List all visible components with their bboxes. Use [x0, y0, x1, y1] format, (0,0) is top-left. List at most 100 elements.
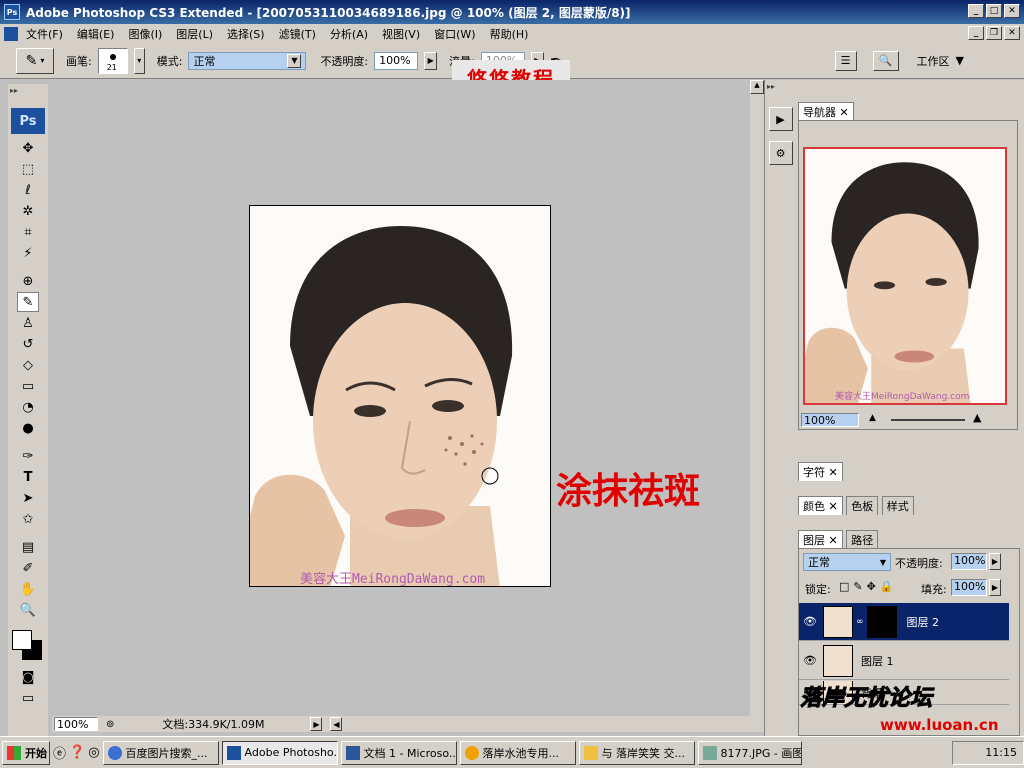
- actions-panel-icon[interactable]: ▶: [768, 107, 793, 131]
- gradient-tool-icon[interactable]: ▭: [17, 376, 39, 396]
- shape-tool-icon[interactable]: ✩: [17, 509, 39, 529]
- mode-select[interactable]: 正常 ▼: [188, 51, 307, 70]
- taskbar-item[interactable]: Adobe Photosho...: [221, 740, 338, 765]
- menu-select[interactable]: 选择(S): [227, 26, 265, 42]
- bridge-icon[interactable]: 🔍: [872, 50, 899, 71]
- lasso-tool-icon[interactable]: ℓ: [17, 180, 39, 200]
- brush-tool-icon[interactable]: ✎: [17, 292, 39, 312]
- eraser-tool-icon[interactable]: ◇: [17, 355, 39, 375]
- zoom-out-icon[interactable]: ▲: [869, 413, 876, 423]
- zoom-field[interactable]: 100%: [54, 717, 98, 731]
- dodge-tool-icon[interactable]: ●: [17, 418, 39, 438]
- zoom-tool-icon[interactable]: 🔍: [17, 600, 39, 620]
- color-swatches[interactable]: [8, 626, 48, 666]
- document-icon[interactable]: [4, 26, 18, 41]
- menu-analysis[interactable]: 分析(A): [330, 26, 368, 42]
- layer-row[interactable]: 👁 图层 1: [799, 642, 1009, 680]
- tab-color[interactable]: 颜色 ✕: [798, 496, 843, 515]
- magic-wand-tool-icon[interactable]: ✲: [17, 201, 39, 221]
- eyedropper-tool-icon[interactable]: ✐: [17, 558, 39, 578]
- menu-filter[interactable]: 滤镜(T): [279, 26, 316, 42]
- minimize-button[interactable]: _: [968, 4, 984, 18]
- opacity-slider-arrow[interactable]: ▶: [424, 51, 438, 70]
- zoom-in-icon[interactable]: ▲: [973, 411, 981, 424]
- doc-restore-button[interactable]: ❐: [986, 26, 1002, 40]
- workspace-menu[interactable]: 工作区 ▼: [917, 53, 964, 69]
- blend-mode-select[interactable]: 正常 ▼: [803, 553, 891, 571]
- navigator-zoom-field[interactable]: 100%: [801, 413, 859, 427]
- zoom-slider[interactable]: [891, 419, 965, 421]
- layer-mask-thumbnail[interactable]: [866, 605, 897, 638]
- notes-tool-icon[interactable]: ▤: [17, 537, 39, 557]
- menu-edit[interactable]: 编辑(E): [77, 26, 115, 42]
- taskbar-item[interactable]: 与 落岸笑笑 交...: [578, 740, 695, 765]
- tab-styles[interactable]: 样式: [881, 496, 914, 515]
- blur-tool-icon[interactable]: ◔: [17, 397, 39, 417]
- history-brush-tool-icon[interactable]: ↺: [17, 334, 39, 354]
- brush-dropdown-arrow[interactable]: ▾: [133, 47, 145, 74]
- path-selection-tool-icon[interactable]: ➤: [17, 488, 39, 508]
- close-button[interactable]: ✕: [1004, 4, 1020, 18]
- marquee-tool-icon[interactable]: ⬚: [17, 159, 39, 179]
- slice-tool-icon[interactable]: ⚡: [17, 243, 39, 263]
- crop-tool-icon[interactable]: ⌗: [17, 222, 39, 242]
- tool-preset-picker[interactable]: ✎ ▾: [16, 47, 54, 74]
- chain-link-icon[interactable]: ∞: [856, 617, 864, 627]
- document-canvas[interactable]: 美容大王MeiRongDaWang.com: [249, 205, 551, 587]
- type-tool-icon[interactable]: T: [17, 467, 39, 487]
- navigator-preview[interactable]: 美容大王MeiRongDaWang.com: [803, 147, 1007, 405]
- opacity-input[interactable]: 100%: [374, 51, 419, 70]
- layer-opacity-input[interactable]: 100%: [951, 553, 987, 570]
- menu-file[interactable]: 文件(F): [26, 26, 63, 42]
- menu-window[interactable]: 窗口(W): [434, 26, 475, 42]
- desktop-icon[interactable]: ◎: [88, 745, 99, 760]
- taskbar-item[interactable]: 8177.JPG - 画图: [697, 740, 802, 765]
- foreground-color-swatch[interactable]: [12, 630, 32, 650]
- eye-icon[interactable]: 👁: [799, 615, 821, 628]
- quicklaunch-icon[interactable]: ❓: [69, 745, 85, 760]
- fill-input[interactable]: 100%: [951, 579, 987, 596]
- tab-character[interactable]: 字符 ✕: [798, 462, 843, 481]
- fill-arrow[interactable]: ▶: [989, 579, 1001, 596]
- taskbar-item[interactable]: 落岸水池专用...: [459, 740, 576, 765]
- hand-tool-icon[interactable]: ✋: [17, 579, 39, 599]
- chevron-down-icon: ▼: [955, 54, 964, 67]
- ie-icon[interactable]: ⓔ: [53, 743, 66, 762]
- tab-swatches[interactable]: 色板: [846, 496, 879, 515]
- pen-tool-icon[interactable]: ✑: [17, 446, 39, 466]
- start-button[interactable]: 开始: [2, 740, 50, 765]
- eye-icon[interactable]: 👁: [799, 654, 821, 667]
- portrait-photo: [250, 206, 550, 586]
- scroll-left-arrow[interactable]: ◀: [330, 717, 343, 731]
- chat-window-icon: [583, 745, 598, 760]
- menu-image[interactable]: 图像(I): [128, 26, 162, 42]
- lock-icons[interactable]: □✎✥🔒: [839, 580, 898, 593]
- move-tool-icon[interactable]: ✥: [17, 138, 39, 158]
- layer-row[interactable]: 👁 ∞ 图层 2: [799, 603, 1009, 641]
- document-watermark: 美容大王MeiRongDaWang.com: [300, 572, 486, 587]
- vertical-scrollbar[interactable]: ▲: [750, 80, 764, 716]
- site-logo: 落岸无忧论坛: [799, 686, 933, 712]
- tool-presets-icon[interactable]: ⚙: [768, 141, 793, 165]
- tab-navigator[interactable]: 导航器 ✕: [798, 102, 854, 121]
- status-icon[interactable]: ⊚: [106, 719, 114, 730]
- taskbar-item[interactable]: 百度图片搜索_...: [102, 740, 219, 765]
- doc-close-button[interactable]: ✕: [1004, 26, 1020, 40]
- screen-mode-icon[interactable]: ▭: [17, 688, 39, 708]
- maximize-button[interactable]: □: [986, 4, 1002, 18]
- mode-label: 模式:: [156, 54, 183, 68]
- layer-opacity-arrow[interactable]: ▶: [989, 553, 1001, 570]
- menu-layer[interactable]: 图层(L): [176, 26, 213, 42]
- quick-mask-icon[interactable]: ◙: [17, 667, 39, 687]
- clone-stamp-tool-icon[interactable]: ♙: [17, 313, 39, 333]
- status-menu-arrow[interactable]: ▶: [310, 717, 323, 731]
- doc-minimize-button[interactable]: _: [968, 26, 984, 40]
- healing-brush-tool-icon[interactable]: ⊕: [17, 271, 39, 291]
- taskbar-item[interactable]: 文档 1 - Microso...: [340, 740, 457, 765]
- menu-help[interactable]: 帮助(H): [490, 26, 529, 42]
- palette-well-icon[interactable]: ☰: [834, 50, 857, 71]
- tab-paths[interactable]: 路径: [846, 530, 879, 549]
- brush-picker[interactable]: 21: [97, 47, 128, 74]
- tab-layers[interactable]: 图层 ✕: [798, 530, 843, 549]
- menu-view[interactable]: 视图(V): [382, 26, 420, 42]
